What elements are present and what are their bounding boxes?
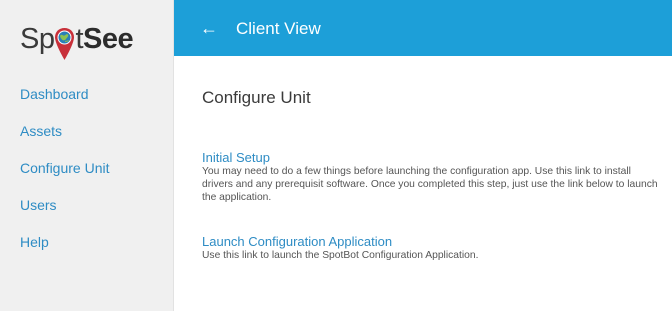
logo-text-bold: See bbox=[83, 23, 134, 55]
sidebar: Sp t See Dashboard Assets Configure Unit… bbox=[0, 0, 174, 311]
location-pin-icon bbox=[54, 27, 75, 61]
initial-setup-link[interactable]: Initial Setup bbox=[202, 150, 662, 165]
sidebar-item-help[interactable]: Help bbox=[20, 228, 110, 265]
initial-setup-section: Initial Setup You may need to do a few t… bbox=[202, 150, 662, 204]
app-window: Sp t See Dashboard Assets Configure Unit… bbox=[0, 0, 672, 311]
launch-app-section: Launch Configuration Application Use thi… bbox=[202, 234, 662, 262]
sidebar-nav: Dashboard Assets Configure Unit Users He… bbox=[20, 80, 110, 265]
header-title: Client View bbox=[236, 19, 321, 38]
logo-text-part2: t bbox=[75, 23, 84, 55]
sidebar-item-configure-unit[interactable]: Configure Unit bbox=[20, 154, 110, 191]
page-title: Configure Unit bbox=[202, 88, 311, 107]
sidebar-item-users[interactable]: Users bbox=[20, 191, 110, 228]
initial-setup-description: You may need to do a few things before l… bbox=[202, 166, 658, 203]
launch-configuration-description: Use this link to launch the SpotBot Conf… bbox=[202, 250, 479, 261]
main-content: ← Client View Configure Unit Initial Set… bbox=[174, 0, 672, 311]
sidebar-item-assets[interactable]: Assets bbox=[20, 117, 110, 154]
arrow-left-icon[interactable]: ← bbox=[200, 17, 218, 39]
top-header: ← Client View bbox=[174, 0, 672, 56]
spotsee-logo[interactable]: Sp t See bbox=[20, 14, 134, 60]
sidebar-item-dashboard[interactable]: Dashboard bbox=[20, 80, 110, 117]
logo-text-part1: Sp bbox=[20, 23, 55, 55]
launch-configuration-link[interactable]: Launch Configuration Application bbox=[202, 234, 662, 249]
